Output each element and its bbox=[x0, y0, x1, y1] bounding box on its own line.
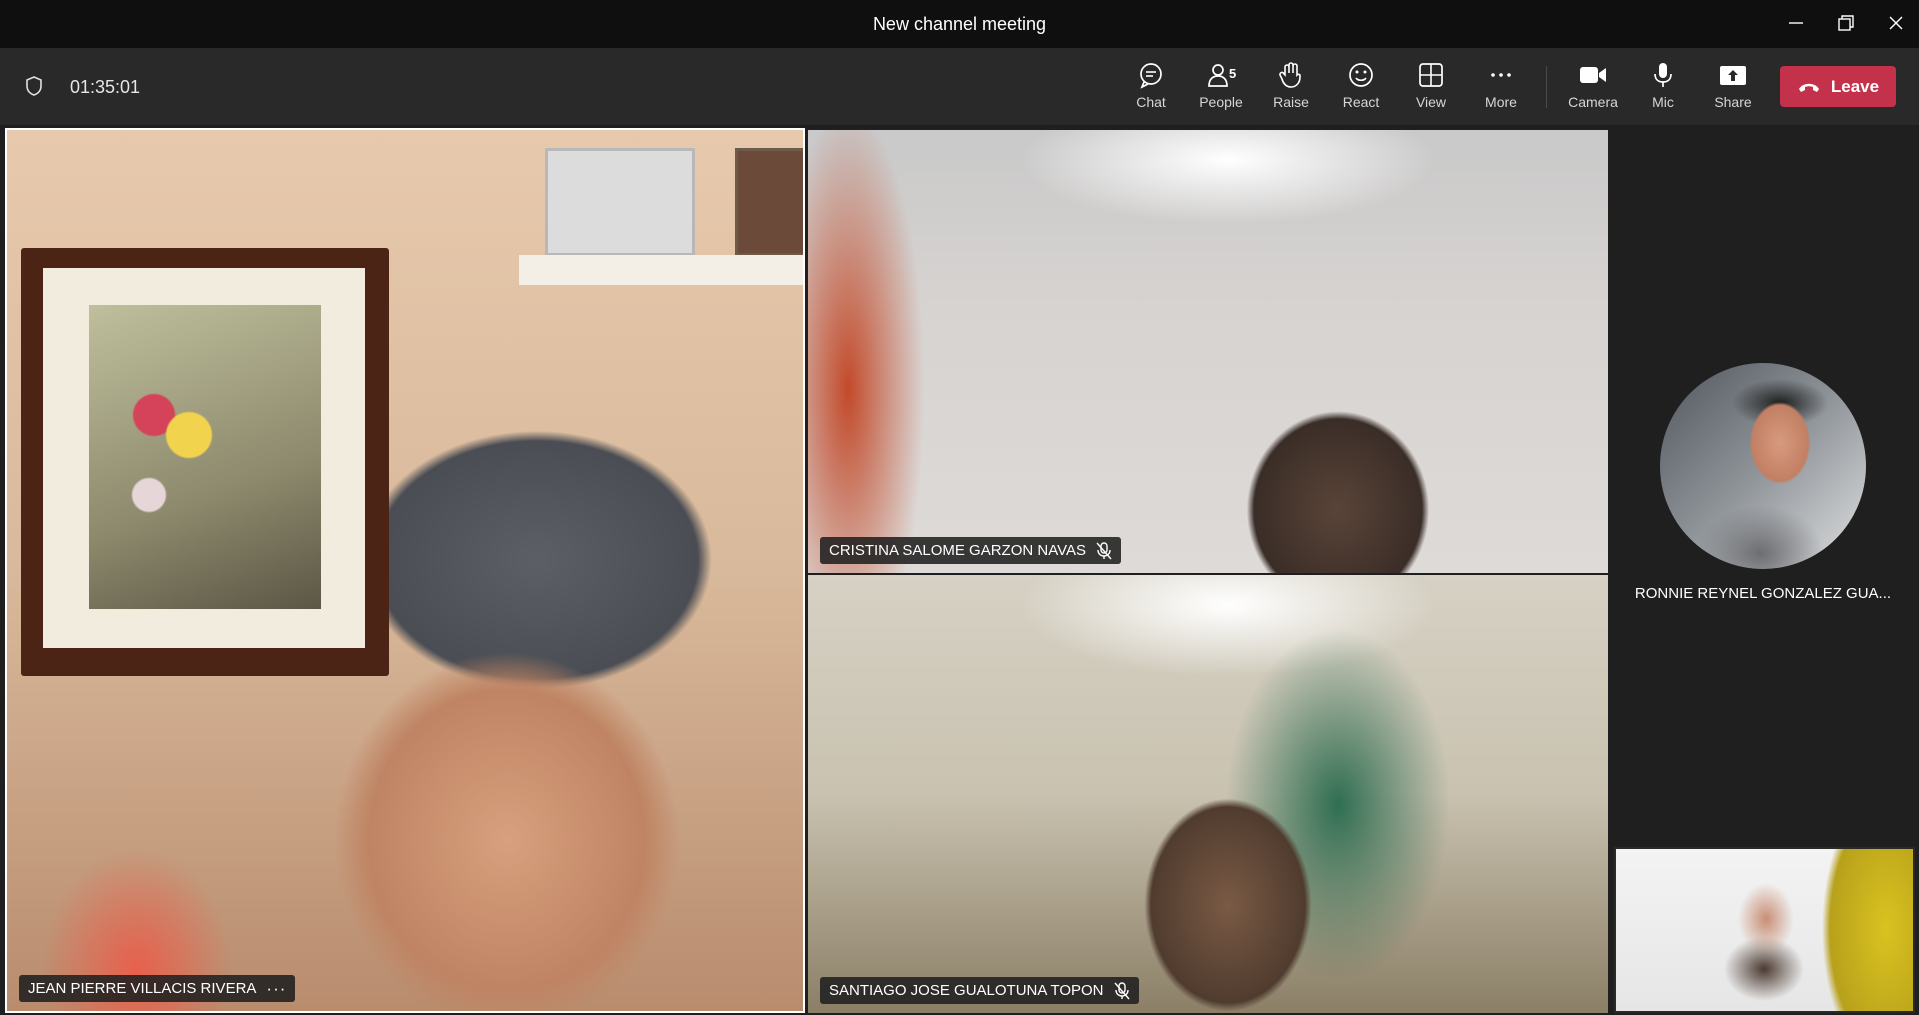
meeting-toolbar: 01:35:01 Chat 5 People Raise React View … bbox=[0, 48, 1919, 125]
leave-label: Leave bbox=[1830, 76, 1880, 96]
participant-name: SANTIAGO JOSE GUALOTUNA TOPON bbox=[829, 982, 1104, 999]
people-count-badge: 5 bbox=[1229, 66, 1237, 81]
self-video-preview[interactable] bbox=[1614, 847, 1915, 1013]
close-window-button[interactable] bbox=[1876, 8, 1916, 38]
participant-options-icon[interactable]: ··· bbox=[266, 979, 286, 999]
title-bar: New channel meeting bbox=[0, 0, 1919, 48]
people-button[interactable]: 5 People bbox=[1190, 60, 1252, 116]
share-icon bbox=[1720, 66, 1746, 85]
chat-label: Chat bbox=[1136, 94, 1166, 110]
wall-shelf bbox=[519, 255, 803, 285]
leave-button[interactable]: Leave bbox=[1780, 66, 1896, 107]
camera-label: Camera bbox=[1568, 94, 1618, 110]
video-tile-main[interactable]: JEAN PIERRE VILLACIS RIVERA ··· bbox=[5, 128, 805, 1013]
camera-icon bbox=[1580, 67, 1606, 83]
video-tile-top-right[interactable]: CRISTINA SALOME GARZON NAVAS bbox=[808, 130, 1608, 573]
minimize-button[interactable] bbox=[1776, 8, 1816, 38]
react-icon bbox=[1349, 63, 1373, 87]
share-label: Share bbox=[1714, 94, 1752, 110]
flower-painting bbox=[89, 305, 321, 609]
close-icon bbox=[1889, 16, 1903, 30]
meeting-info-button[interactable] bbox=[24, 75, 44, 102]
meeting-timer: 01:35:01 bbox=[70, 77, 141, 97]
video-tile-bottom-right[interactable]: SANTIAGO JOSE GUALOTUNA TOPON bbox=[808, 575, 1608, 1013]
raise-hand-button[interactable]: Raise bbox=[1260, 60, 1322, 116]
more-label: More bbox=[1485, 94, 1517, 110]
participant-name-bar: CRISTINA SALOME GARZON NAVAS bbox=[820, 537, 1121, 564]
mic-label: Mic bbox=[1652, 94, 1674, 110]
shield-icon bbox=[26, 76, 42, 96]
participant-avatar-name: RONNIE REYNEL GONZALEZ GUA... bbox=[1634, 585, 1892, 602]
raise-label: Raise bbox=[1273, 94, 1309, 110]
mic-off-icon bbox=[1113, 981, 1130, 999]
window-title: New channel meeting bbox=[872, 14, 1047, 34]
raise-hand-icon bbox=[1279, 62, 1301, 88]
share-button[interactable]: Share bbox=[1702, 60, 1764, 116]
mic-off-icon bbox=[1096, 541, 1112, 559]
chat-button[interactable]: Chat bbox=[1120, 60, 1182, 116]
mic-button[interactable]: Mic bbox=[1632, 60, 1694, 116]
react-label: React bbox=[1342, 94, 1380, 110]
hang-up-icon bbox=[1798, 83, 1819, 92]
participant-name-bar: SANTIAGO JOSE GUALOTUNA TOPON bbox=[820, 977, 1139, 1004]
minimize-icon bbox=[1789, 22, 1803, 24]
wall-photo bbox=[735, 148, 803, 256]
participant-name-bar: JEAN PIERRE VILLACIS RIVERA ··· bbox=[19, 975, 296, 1002]
toolbar-divider bbox=[1546, 66, 1547, 108]
camera-button[interactable]: Camera bbox=[1562, 60, 1624, 116]
mic-icon bbox=[1654, 63, 1672, 87]
chat-icon bbox=[1140, 63, 1162, 89]
view-button[interactable]: View bbox=[1400, 60, 1462, 116]
participant-name: CRISTINA SALOME GARZON NAVAS bbox=[829, 542, 1086, 559]
participant-name: JEAN PIERRE VILLACIS RIVERA bbox=[28, 980, 257, 997]
view-icon bbox=[1419, 63, 1443, 87]
more-button[interactable]: More bbox=[1470, 60, 1532, 116]
more-icon bbox=[1491, 73, 1511, 77]
restore-button[interactable] bbox=[1826, 8, 1866, 38]
participant-avatar[interactable] bbox=[1660, 363, 1866, 569]
video-stage: JEAN PIERRE VILLACIS RIVERA ··· CRISTINA… bbox=[0, 125, 1919, 1015]
restore-icon bbox=[1838, 15, 1854, 31]
wall-photo bbox=[545, 148, 695, 256]
react-button[interactable]: React bbox=[1330, 60, 1392, 116]
people-label: People bbox=[1199, 94, 1243, 110]
view-label: View bbox=[1415, 94, 1447, 110]
